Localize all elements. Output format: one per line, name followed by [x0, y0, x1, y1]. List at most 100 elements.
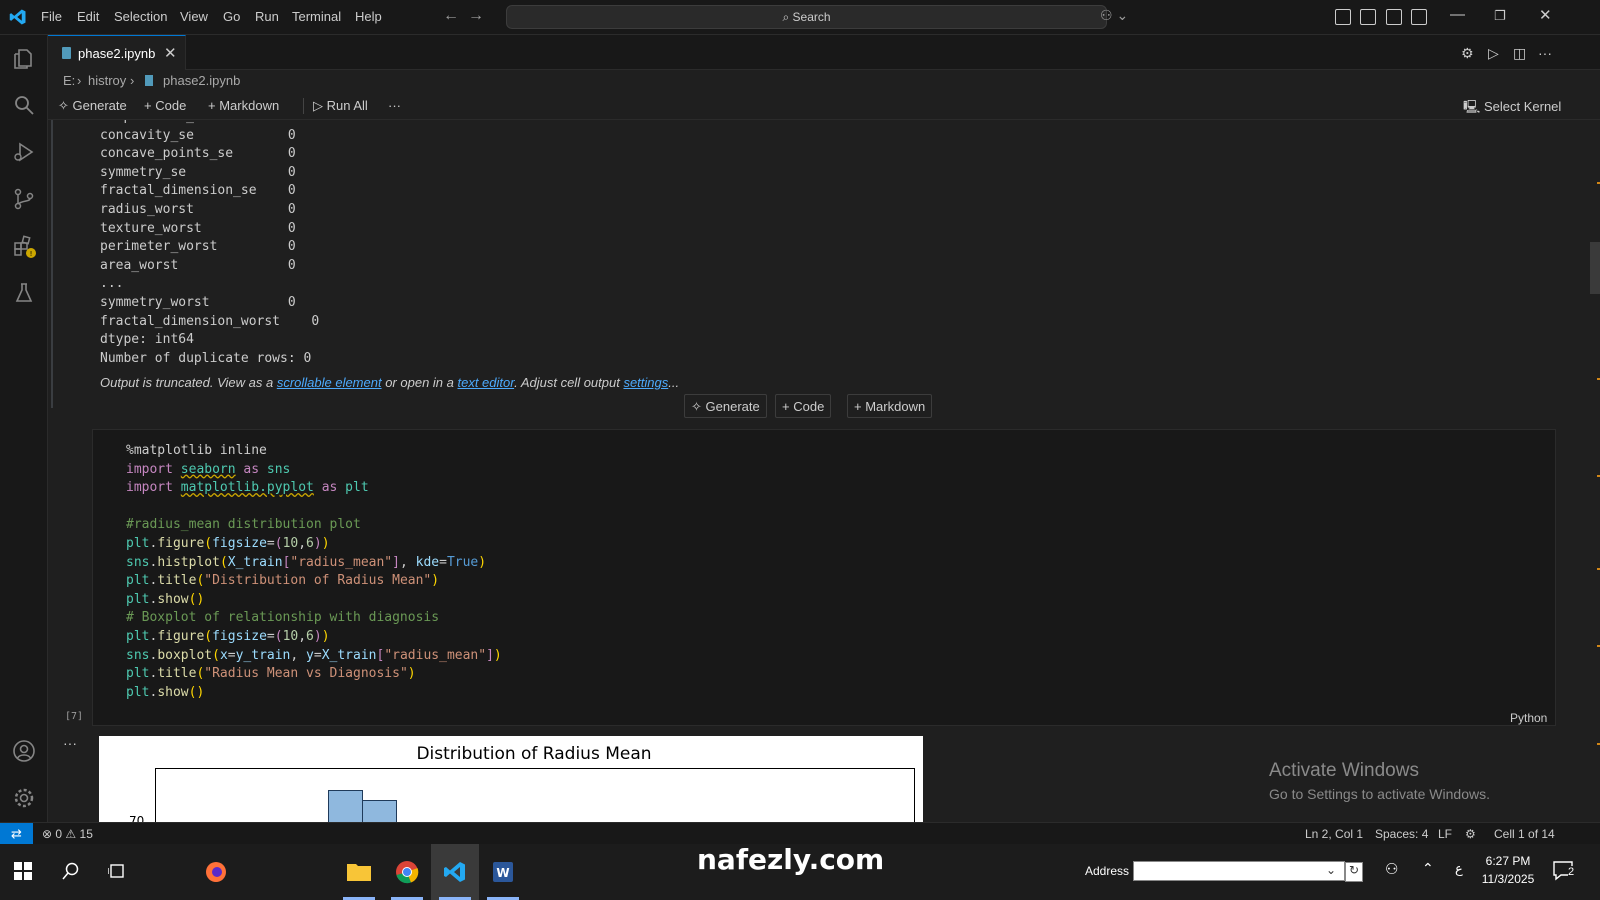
code-line: #radius_mean distribution plot [126, 517, 361, 533]
output-more-button[interactable]: ··· [63, 735, 77, 751]
forward-arrow-icon[interactable]: → [468, 7, 484, 25]
word-taskbar-button[interactable]: W [479, 844, 527, 900]
extensions-icon[interactable]: ! [12, 234, 36, 258]
breadcrumb-folder[interactable]: histroy [88, 73, 126, 88]
close-window-icon[interactable]: ✕ [1539, 6, 1552, 24]
gear-icon[interactable]: ⚙ [1461, 45, 1474, 62]
code-cell[interactable]: %matplotlib inline import seaborn as sns… [92, 429, 1556, 726]
command-center-search[interactable]: ⌕ Search [506, 5, 1107, 29]
toggle-sidebar-icon[interactable] [1360, 9, 1376, 25]
windows-start-icon[interactable] [14, 862, 32, 880]
notebook-toolbar: ✧ Generate + Code + Markdown ▷ Run All ·… [48, 92, 1600, 120]
customize-layout-icon[interactable] [1335, 9, 1351, 25]
toolbar-more-button[interactable]: ··· [388, 98, 401, 113]
menu-selection[interactable]: Selection [114, 9, 167, 24]
address-input[interactable] [1133, 861, 1345, 881]
svg-text:!: ! [30, 250, 33, 258]
file-explorer-taskbar-button[interactable] [335, 844, 383, 900]
tab-phase2-ipynb[interactable]: phase2.ipynb ✕ [48, 35, 186, 70]
menu-terminal[interactable]: Terminal [292, 9, 341, 24]
cell-language-picker[interactable]: Python [1510, 711, 1547, 725]
refresh-icon[interactable]: ↻ [1345, 862, 1363, 882]
source-control-icon[interactable] [12, 187, 36, 211]
trunc-text: or open in a [381, 375, 458, 390]
code-line: plt.figure(figsize=(10,6)) [126, 628, 330, 644]
split-editor-icon[interactable]: ◫ [1513, 45, 1526, 62]
copilot-icon[interactable]: ⚇ ⌄ [1100, 7, 1128, 24]
toggle-panel-icon[interactable] [1386, 9, 1402, 25]
menu-run[interactable]: Run [255, 9, 279, 24]
sparkle-icon: ✧ [691, 399, 706, 414]
input-language[interactable]: ع [1455, 861, 1463, 877]
menu-view[interactable]: View [180, 9, 208, 24]
breadcrumb-drive[interactable]: E: [63, 73, 75, 88]
breadcrumb-file[interactable]: phase2.ipynb [163, 73, 240, 88]
code-line: %matplotlib inline [126, 443, 267, 458]
search-icon[interactable] [12, 93, 36, 117]
settings-link[interactable]: settings [623, 375, 668, 390]
cell-add-markdown-button[interactable]: + Markdown [847, 394, 933, 418]
select-kernel-button[interactable]: 🖳 Select Kernel [1463, 98, 1561, 120]
close-tab-icon[interactable]: ✕ [164, 44, 177, 62]
remote-indicator-icon[interactable]: ⇄ [0, 823, 33, 845]
editor-tabs: phase2.ipynb ✕ ⚙ ▷ ◫ ··· [48, 35, 1600, 70]
word-icon: W [493, 862, 513, 882]
chrome-taskbar-button[interactable] [383, 844, 431, 900]
task-view-icon[interactable] [108, 862, 126, 880]
indentation[interactable]: Spaces: 4 [1375, 827, 1428, 841]
chevron-down-icon[interactable]: ⌄ [1326, 863, 1336, 877]
people-icon[interactable]: ⚇ [1385, 860, 1398, 878]
cell-generate-button[interactable]: ✧ Generate [684, 394, 767, 418]
firefox-icon [206, 862, 226, 882]
restore-icon[interactable]: ❐ [1494, 8, 1506, 24]
minimize-icon[interactable]: — [1450, 6, 1465, 23]
run-all-button[interactable]: ▷ Run All [313, 98, 368, 114]
account-icon[interactable] [12, 739, 36, 763]
problems-indicator[interactable]: ⊗ 0 ⚠ 15 [42, 827, 93, 841]
code-line: plt.show() [126, 591, 205, 607]
gear-icon[interactable] [12, 786, 36, 810]
text-editor-link[interactable]: text editor [457, 375, 514, 390]
run-debug-icon[interactable] [12, 140, 36, 164]
code-line: # Boxplot of relationship with diagnosis [126, 610, 440, 626]
output-truncated-notice: Output is truncated. View as a scrollabl… [100, 375, 679, 390]
menu-file[interactable]: File [41, 9, 62, 24]
menu-edit[interactable]: Edit [77, 9, 99, 24]
code-editor[interactable]: %matplotlib inline import seaborn as sns… [126, 442, 502, 702]
more-actions-icon[interactable]: ··· [1538, 45, 1552, 61]
cursor-position[interactable]: Ln 2, Col 1 [1305, 827, 1363, 841]
cell-indicator[interactable]: Cell 1 of 14 [1494, 827, 1555, 841]
search-icon[interactable] [62, 862, 80, 880]
scrollable-element-link[interactable]: scrollable element [277, 375, 382, 390]
activity-bar: ! [0, 35, 48, 838]
testing-icon[interactable] [12, 281, 36, 305]
toolbar-divider [303, 98, 304, 114]
explorer-icon[interactable] [12, 47, 36, 71]
trunc-text: ... [668, 375, 680, 390]
cell-add-code-button[interactable]: + Code [775, 394, 832, 418]
back-arrow-icon[interactable]: ← [443, 7, 459, 25]
notebook-file-icon [62, 47, 71, 59]
clock-time: 6:27 PM [1485, 854, 1531, 868]
error-count: 0 [55, 827, 63, 841]
system-clock[interactable]: 6:27 PM 11/3/2025 [1478, 852, 1538, 888]
cell-output-focus-bar [51, 120, 53, 408]
chevron-right-icon: › [77, 73, 82, 88]
menu-go[interactable]: Go [223, 9, 240, 24]
generate-button[interactable]: ✧ Generate [58, 98, 127, 114]
toggle-secondary-sidebar-icon[interactable] [1411, 9, 1427, 25]
activate-windows-title: Activate Windows [1269, 760, 1419, 781]
add-code-button[interactable]: + Code [144, 98, 186, 113]
menu-help[interactable]: Help [355, 9, 382, 24]
scrollbar-thumb[interactable] [1590, 242, 1600, 294]
notebook-file-icon [145, 75, 153, 86]
firefox-taskbar-button[interactable] [192, 844, 240, 900]
chevron-up-icon[interactable]: ⌃ [1422, 860, 1434, 877]
add-markdown-button[interactable]: + Markdown [208, 98, 279, 113]
notebook-editor: compactness_se 0 concavity_se 0 concave_… [48, 120, 1600, 838]
run-icon[interactable]: ▷ [1488, 45, 1499, 62]
vscode-taskbar-button[interactable] [431, 844, 479, 900]
status-bar: ⇄ ⊗ 0 ⚠ 15 Ln 2, Col 1 Spaces: 4 LF ⚙ Ce… [0, 822, 1600, 845]
kernel-status-icon[interactable]: ⚙ [1465, 827, 1476, 841]
end-of-line[interactable]: LF [1438, 827, 1452, 841]
